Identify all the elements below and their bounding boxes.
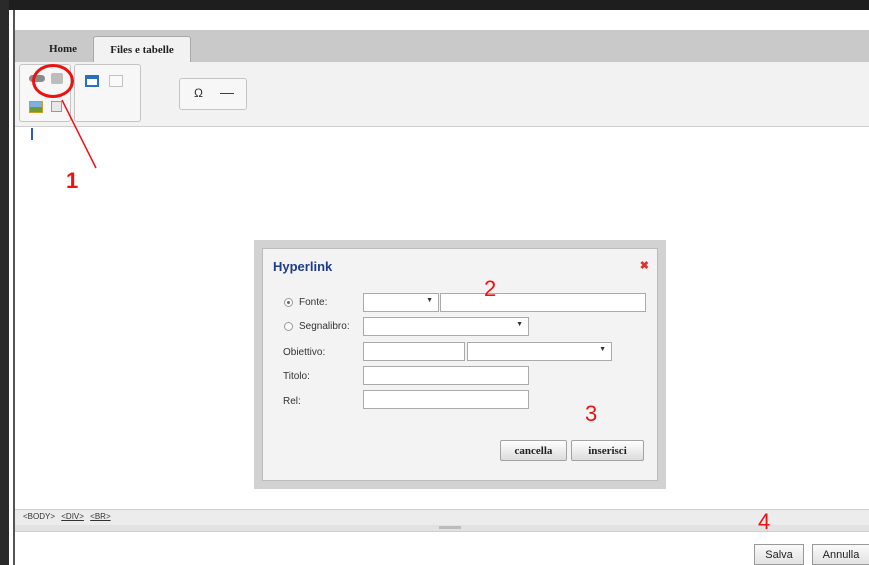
text-cursor: [31, 128, 33, 140]
rel-label: Rel:: [283, 396, 301, 407]
annotation-3: 3: [585, 401, 598, 426]
tab-files-e-tabelle[interactable]: Files e tabelle: [93, 36, 191, 63]
target-select[interactable]: [467, 342, 612, 361]
bookmark-select[interactable]: [363, 317, 529, 336]
target-input[interactable]: [363, 342, 465, 361]
table-properties-icon[interactable]: [109, 75, 123, 87]
path-br[interactable]: <BR>: [90, 512, 110, 521]
resize-bar[interactable]: [15, 525, 869, 532]
special-char-icon[interactable]: Ω: [194, 86, 203, 100]
annulla-button[interactable]: Annulla: [812, 544, 869, 565]
annotation-4: 4: [758, 509, 771, 534]
cancel-button[interactable]: cancella: [500, 440, 567, 461]
hyperlink-dialog: Hyperlink ✖ Fonte: Segnalibro: Obiettivo…: [262, 248, 658, 481]
ribbon-tabs: Home Files e tabelle: [15, 30, 869, 63]
window-top-bar: [0, 0, 869, 10]
table-icon[interactable]: [85, 75, 99, 87]
resize-grip[interactable]: [439, 526, 461, 529]
annotation-1: 1: [66, 168, 79, 193]
table-group: [74, 64, 141, 122]
insert-button[interactable]: inserisci: [571, 440, 644, 461]
horizontal-rule-icon[interactable]: —: [220, 84, 234, 100]
annotation-2: 2: [484, 276, 497, 301]
path-body[interactable]: <BODY>: [23, 512, 55, 521]
window-left-bar: [0, 0, 9, 565]
dialog-title: Hyperlink: [273, 259, 333, 274]
segnalibro-label: Segnalibro:: [299, 321, 350, 332]
element-path-bar: <BODY> <DIV> <BR>: [15, 509, 869, 526]
insert-group: Ω —: [179, 78, 247, 110]
url-input[interactable]: [440, 293, 646, 312]
element-path: <BODY> <DIV> <BR>: [23, 512, 115, 521]
protocol-select[interactable]: [363, 293, 439, 312]
image-icon[interactable]: [29, 101, 43, 113]
save-button[interactable]: Salva: [754, 544, 804, 565]
fonte-label: Fonte:: [299, 297, 328, 308]
tab-home[interactable]: Home: [35, 36, 91, 62]
title-input[interactable]: [363, 366, 529, 385]
hyperlink-dialog-shadow: Hyperlink ✖ Fonte: Segnalibro: Obiettivo…: [254, 240, 666, 489]
segnalibro-radio[interactable]: [284, 322, 293, 331]
close-icon[interactable]: ✖: [640, 259, 649, 272]
titolo-label: Titolo:: [283, 371, 310, 382]
ribbon-toolbar: Ω —: [15, 62, 869, 127]
obiettivo-label: Obiettivo:: [283, 347, 326, 358]
path-div[interactable]: <DIV>: [61, 512, 84, 521]
highlight-circle: [32, 64, 74, 98]
media-icon[interactable]: [51, 101, 62, 112]
fonte-radio[interactable]: [284, 298, 293, 307]
rel-input[interactable]: [363, 390, 529, 409]
